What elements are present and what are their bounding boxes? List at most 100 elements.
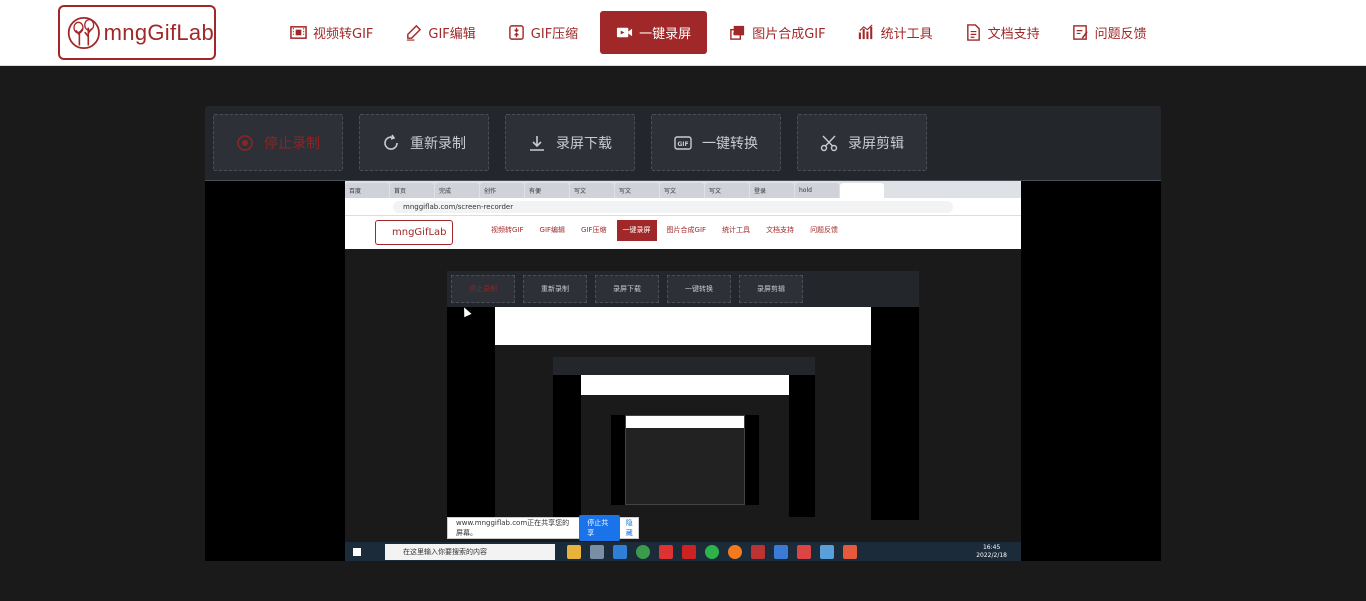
- scissors-icon: [820, 135, 838, 151]
- captured-site-header: mngGifLab 视频转GIF GIF编辑 GIF压缩 一键录屏 图片合成GI…: [345, 216, 1021, 249]
- app-icon: [682, 545, 696, 559]
- nested-toolbar: [553, 357, 815, 375]
- logo-text: mngGifLab: [103, 19, 214, 45]
- nav-gif-compress[interactable]: GIF压缩: [498, 11, 588, 54]
- browser-tab: 登录: [750, 183, 794, 198]
- nested-preview: [553, 375, 815, 517]
- film-icon: [290, 26, 307, 39]
- app-icon: [590, 545, 604, 559]
- recording-preview: 百度 首页 完成 创作 有便 写文 写文 写文 写文 登录 hold mnggi…: [205, 180, 1161, 561]
- main-nav: 视频转GIF GIF编辑 GIF压缩 一键录屏 图片合成GIF 统计工具 文档支…: [280, 11, 1169, 54]
- captured-logo: mngGifLab: [375, 220, 453, 245]
- nav-label: 统计工具: [880, 27, 933, 42]
- captured-toolbar: 停止录制 重新录制 录屏下载 一键转换 录屏剪辑: [447, 271, 919, 307]
- nested-preview: [611, 415, 759, 505]
- download-icon: [530, 135, 544, 151]
- nested-screen-level-2: [495, 307, 871, 520]
- app-icon: [797, 545, 811, 559]
- download-recording-button[interactable]: 录屏下载: [505, 114, 635, 171]
- captured-nav-item-active: 一键录屏: [616, 220, 657, 241]
- captured-browser-window: 百度 首页 完成 创作 有便 写文 写文 写文 写文 登录 hold mnggi…: [345, 181, 1021, 249]
- captured-tool: 录屏剪辑: [739, 275, 803, 303]
- browser-url-bar: mnggiflab.com/screen-recorder: [345, 198, 1021, 216]
- captured-tool: 一键转换: [667, 275, 731, 303]
- browser-tab-bar: 百度 首页 完成 创作 有便 写文 写文 写文 写文 登录 hold: [345, 181, 1021, 198]
- clock-date: 2022/2/18: [976, 552, 1007, 559]
- nested-header: [581, 375, 789, 395]
- svg-text:GIF: GIF: [677, 141, 688, 148]
- app-icon: [843, 545, 857, 559]
- nav-label: 图片合成GIF: [752, 27, 826, 42]
- nested-screen-level-3: [581, 375, 789, 517]
- nav-label: GIF压缩: [530, 27, 579, 42]
- hide-notice-button[interactable]: 隐藏: [626, 518, 638, 538]
- screen-share-notice: www.mnggiflab.com正在共享您的屏幕。 停止共享 隐藏: [447, 515, 639, 541]
- wechat-icon: [705, 545, 719, 559]
- share-notice-text: www.mnggiflab.com正在共享您的屏幕。: [456, 519, 570, 537]
- browser-tab: 百度: [345, 183, 389, 198]
- browser-tab-active: [840, 183, 884, 198]
- stop-recording-button[interactable]: 停止录制: [213, 114, 343, 171]
- recorder-toolbar: 停止录制 重新录制 录屏下载 GIF 一键转换 录屏剪辑: [205, 106, 1161, 180]
- app-icon: [659, 545, 673, 559]
- nav-label: 问题反馈: [1094, 27, 1147, 42]
- site-logo[interactable]: mngGifLab: [58, 5, 216, 60]
- captured-nav-item: 视频转GIF: [491, 226, 524, 234]
- browser-tab: 创作: [480, 183, 524, 198]
- refresh-icon: [384, 134, 398, 150]
- taskbar-apps: [567, 545, 866, 559]
- stop-sharing-button[interactable]: 停止共享: [579, 515, 620, 541]
- app-icon: [820, 545, 834, 559]
- browser-tab: 首页: [390, 183, 434, 198]
- images-icon: [730, 25, 745, 40]
- clock-time: 16:45: [982, 544, 1001, 551]
- feedback-icon: [1072, 25, 1088, 40]
- nav-gif-edit[interactable]: GIF编辑: [395, 11, 485, 54]
- nav-screen-record[interactable]: 一键录屏: [600, 11, 708, 54]
- captured-tool: 录屏下载: [595, 275, 659, 303]
- browser-tab: 有便: [525, 183, 569, 198]
- document-icon: [966, 24, 980, 41]
- browser-tab: 写文: [570, 183, 614, 198]
- captured-tool: 停止录制: [451, 275, 515, 303]
- nav-docs[interactable]: 文档支持: [955, 11, 1050, 54]
- convert-to-gif-button[interactable]: GIF 一键转换: [651, 114, 781, 171]
- nested-header: [626, 416, 744, 428]
- button-label: 停止录制: [264, 135, 320, 152]
- captured-page-body: 停止录制 重新录制 录屏下载 一键转换 录屏剪辑: [345, 249, 1021, 561]
- captured-nav-item: 图片合成GIF: [666, 226, 707, 234]
- browser-tab: hold: [795, 183, 839, 198]
- firefox-icon: [728, 545, 742, 559]
- captured-nav-item: 统计工具: [722, 226, 751, 234]
- nav-images-to-gif[interactable]: 图片合成GIF: [719, 11, 835, 54]
- captured-nav-item: GIF压缩: [581, 226, 607, 234]
- taskbar-search: 在这里输入你要搜索的内容: [385, 544, 555, 560]
- app-icon: [567, 545, 581, 559]
- gif-icon: GIF: [674, 135, 692, 150]
- chrome-icon: [636, 545, 650, 559]
- windows-start-icon: [353, 548, 361, 556]
- browser-url: mnggiflab.com/screen-recorder: [393, 201, 953, 213]
- browser-tab: 写文: [660, 183, 704, 198]
- tree-logo-icon: [67, 16, 100, 49]
- restart-recording-button[interactable]: 重新录制: [359, 114, 489, 171]
- browser-tab: 写文: [705, 183, 749, 198]
- app-icon: [613, 545, 627, 559]
- compress-icon: [508, 25, 524, 40]
- site-header: mngGifLab 视频转GIF GIF编辑 GIF压缩 一键录屏 图片合成GI…: [0, 0, 1366, 66]
- pen-icon: [407, 24, 422, 41]
- nav-feedback[interactable]: 问题反馈: [1062, 11, 1157, 54]
- captured-nav: 视频转GIF GIF编辑 GIF压缩 一键录屏 图片合成GIF 统计工具 文档支…: [485, 220, 848, 241]
- button-label: 重新录制: [410, 135, 466, 152]
- nav-stats-tools[interactable]: 统计工具: [848, 11, 943, 54]
- taskbar-clock: 16:45 2022/2/18: [976, 544, 1007, 560]
- nav-video-to-gif[interactable]: 视频转GIF: [280, 11, 383, 54]
- edit-recording-button[interactable]: 录屏剪辑: [797, 114, 927, 171]
- browser-tab: 写文: [615, 183, 659, 198]
- button-label: 录屏剪辑: [848, 135, 904, 152]
- video-camera-icon: [617, 27, 633, 38]
- nav-label: 文档支持: [987, 27, 1040, 42]
- captured-recursive-preview: [447, 307, 919, 520]
- button-label: 录屏下载: [556, 135, 612, 152]
- button-label: 一键转换: [702, 135, 758, 152]
